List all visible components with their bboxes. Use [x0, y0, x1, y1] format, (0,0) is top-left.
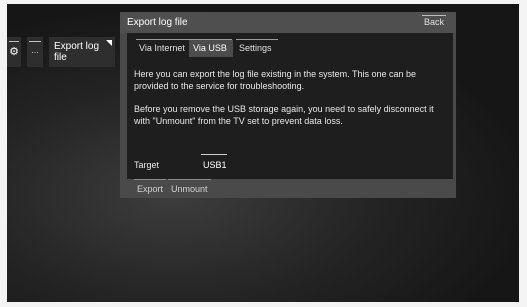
- more-label: ...: [31, 45, 39, 55]
- screen-bezel-right: [519, 0, 527, 307]
- target-select[interactable]: USB1: [203, 160, 227, 170]
- screen-bezel-top: [0, 0, 527, 4]
- target-label: Target: [134, 160, 160, 170]
- more-button-marker: [29, 41, 41, 42]
- export-description: Here you can export the log file existin…: [134, 69, 416, 91]
- back-button-marker: [422, 15, 446, 16]
- unmount-warning: Before you remove the USB storage again,…: [134, 104, 434, 126]
- tab-via-internet[interactable]: Via Internet: [135, 39, 191, 57]
- target-select-marker: [201, 154, 227, 155]
- breadcrumb-label: Export log file: [54, 41, 100, 63]
- settings-button-marker: [9, 41, 19, 42]
- tab-settings[interactable]: Settings: [235, 39, 279, 57]
- export-log-dialog: Export log file Back Via Internet Via US…: [120, 12, 456, 198]
- breadcrumb-export-log-file[interactable]: Export log file: [49, 37, 115, 67]
- gear-icon: ⚙: [9, 46, 19, 58]
- back-button[interactable]: Back: [424, 17, 444, 27]
- dialog-title: Export log file: [127, 17, 188, 28]
- settings-button[interactable]: ⚙: [7, 37, 21, 67]
- more-button[interactable]: ...: [27, 37, 43, 67]
- unmount-button[interactable]: Unmount: [168, 179, 211, 194]
- dialog-titlebar: Export log file Back: [120, 12, 456, 33]
- dialog-content-panel: Via Internet Via USB Settings Here you c…: [127, 33, 453, 179]
- tab-via-usb[interactable]: Via USB: [189, 39, 233, 57]
- screen-bezel-left: [0, 0, 7, 307]
- export-button[interactable]: Export: [133, 179, 167, 194]
- corner-triangle-icon: [106, 40, 112, 46]
- screen-bezel-bottom: [0, 302, 527, 307]
